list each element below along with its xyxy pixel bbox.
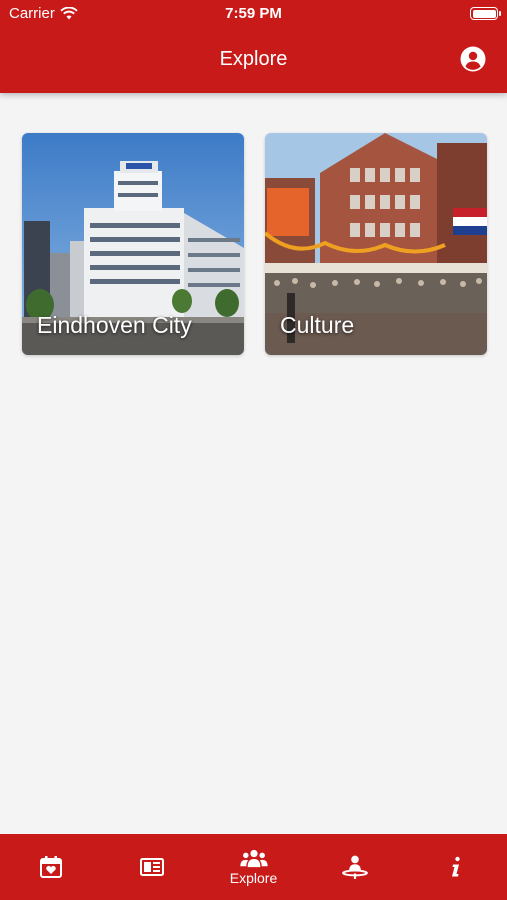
group-icon	[239, 849, 268, 867]
person-pin-icon	[342, 855, 368, 879]
card-label: Culture	[280, 312, 355, 338]
battery-level	[472, 9, 496, 18]
tab-bar: Explore	[0, 834, 507, 900]
tab-guide[interactable]	[304, 834, 405, 900]
status-bar: Carrier 7:59 PM	[0, 0, 507, 30]
category-grid: Eindhoven City Culture	[22, 133, 487, 355]
card-eindhoven-city[interactable]: Eindhoven City	[22, 133, 244, 355]
battery-icon	[470, 7, 501, 20]
status-time: 7:59 PM	[225, 5, 282, 22]
tab-explore[interactable]: Explore	[203, 834, 304, 900]
tab-explore-label: Explore	[229, 869, 278, 886]
newspaper-icon	[140, 858, 165, 876]
tab-info[interactable]	[406, 834, 507, 900]
account-circle-icon[interactable]	[460, 46, 486, 72]
tab-news[interactable]	[101, 834, 202, 900]
calendar-heart-icon	[39, 856, 62, 878]
card-label: Eindhoven City	[37, 312, 192, 338]
tab-events[interactable]	[0, 834, 101, 900]
app-header: Carrier 7:59 PM Explore	[0, 0, 507, 93]
info-icon	[452, 856, 461, 877]
card-culture[interactable]: Culture	[265, 133, 487, 355]
page-title: Explore	[219, 48, 288, 70]
